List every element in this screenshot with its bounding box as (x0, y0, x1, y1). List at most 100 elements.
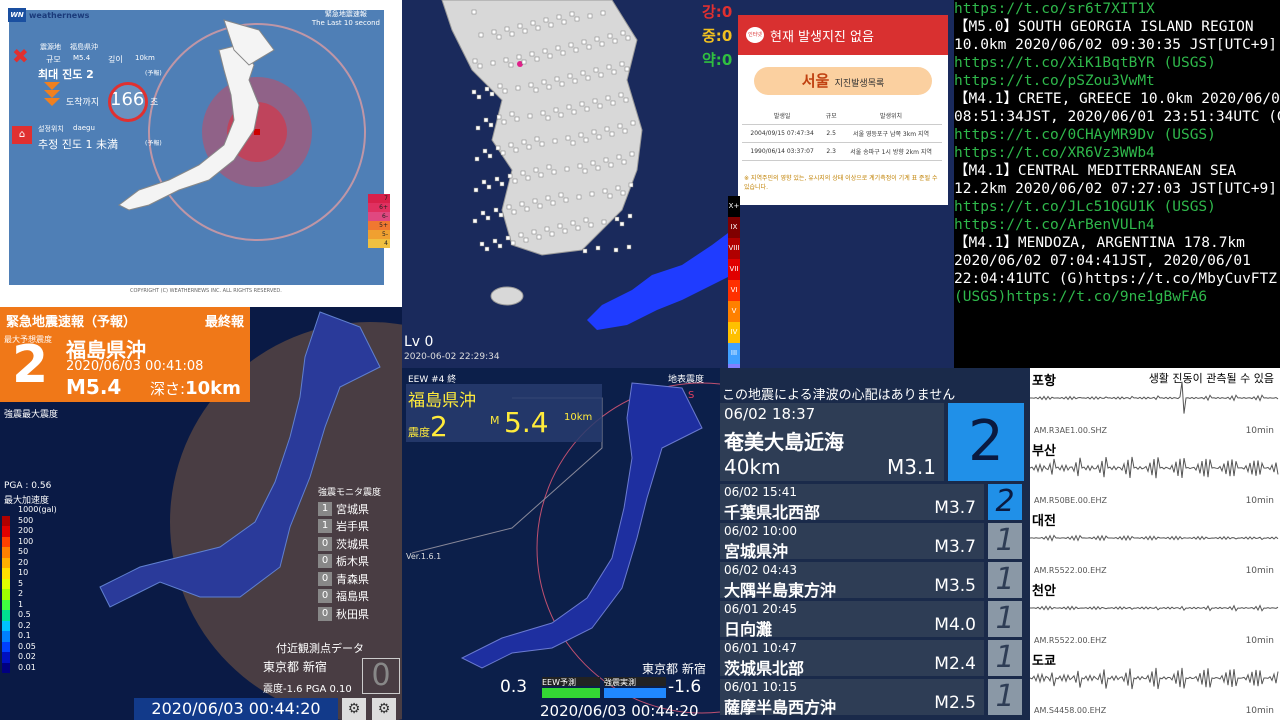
history-row[interactable]: 06/02 10:00 宮城県沖 M3.7 1 (720, 523, 1022, 561)
station-marker (630, 120, 636, 126)
station-marker (598, 72, 604, 78)
station-marker (528, 82, 534, 88)
intensity-scale: 7 6+ 6- 5+ 5- 4 (368, 194, 390, 248)
intensity-legend: X+IXVIIIVIIVIVIVIIIIII (728, 196, 740, 368)
station-marker (567, 73, 573, 79)
station-marker (534, 56, 540, 62)
history-row[interactable]: 06/02 04:43 大隅半島東方沖 M3.5 1 (720, 562, 1022, 600)
station-marker (600, 10, 606, 16)
station-marker (587, 13, 593, 19)
station-marker (525, 175, 531, 181)
copyright: COPYRIGHT (C) WEATHERNEWS INC. ALL RIGHT… (130, 288, 282, 294)
station-marker (609, 131, 615, 137)
acc-scale-step: 10 (2, 568, 62, 579)
monitor-row: 0 秋田県 (318, 605, 400, 623)
weathernews-panel: WN weathernews 緊急地震速報 The Last 10 second ✖… (0, 0, 402, 307)
station-marker (623, 97, 629, 103)
station-marker (578, 132, 584, 138)
tweet-line[interactable]: https://t.co/XiK1BqtBYR (USGS) (954, 54, 1280, 72)
station-marker (579, 101, 585, 107)
acc-scale: 1000(gal) 500 200 100 50 20 10 5 2 1 0.5 0.2 0.1 0.05… (2, 505, 62, 673)
history-row[interactable]: 06/01 10:15 薩摩半島西方沖 M2.5 1 (720, 679, 1022, 717)
tweet-line[interactable]: https://t.co/JLc51QGU1K (USGS) (954, 198, 1280, 216)
station-marker (471, 9, 477, 15)
level-counter: 강:0 (702, 3, 733, 21)
station-marker (498, 212, 504, 218)
tweet-line[interactable]: https://t.co/XR6Vz3WWb4 (954, 144, 1280, 162)
tweet-line[interactable]: https://t.co/sr6t7XIT1X (954, 0, 1280, 18)
station-marker (552, 138, 558, 144)
station-marker (561, 19, 567, 25)
table-row: 2004/09/15 07:47:34 2.5 서울 영등포구 남쪽 3km 지역 (742, 124, 942, 143)
station-marker (581, 39, 587, 45)
station-marker (569, 11, 575, 17)
station-marker (562, 228, 568, 234)
version: Ver.1.6.1 (406, 552, 442, 561)
station-marker (514, 116, 520, 122)
station-marker (594, 36, 600, 42)
station-marker (546, 84, 552, 90)
level-counter: 중:0 (702, 27, 733, 45)
station-marker (544, 226, 550, 232)
tweet-line[interactable]: https://t.co/0CHAyMR9Dv (USGS) (954, 126, 1280, 144)
station-marker (610, 100, 616, 106)
station-marker (550, 200, 556, 206)
station-marker (539, 141, 545, 147)
station-marker (493, 207, 499, 213)
tweet-line[interactable]: https://t.co/pSZou3VwMt (954, 72, 1280, 90)
monitor-row: 0 青森県 (318, 570, 400, 588)
tsunami-notice: この地震による津波の心配はありません (722, 388, 956, 403)
monitor-row: 1 岩手県 (318, 518, 400, 536)
station-marker (589, 191, 595, 197)
station-marker (570, 220, 576, 226)
city-button[interactable]: 서울 지진발생목록 (754, 67, 932, 95)
station-marker (485, 215, 491, 221)
gear-icon[interactable]: ⚙ (372, 698, 396, 720)
info-card: 인터넷 현재 발생지진 없음 서울 지진발생목록 발생일 규모 발생위치 2004/… (738, 15, 948, 205)
settings-icon[interactable]: ⚙ (342, 698, 366, 720)
station-marker (492, 238, 498, 244)
tweet-line[interactable]: (USGS)https://t.co/9ne1gBwFA6 (954, 288, 1280, 306)
station-marker (602, 188, 608, 194)
final-report-label: 最終報 (205, 315, 245, 330)
station-marker (532, 198, 538, 204)
monitor-list: 強震モニタ震度 1 宮城県 1 岩手県 0 茨城県 0 栃木県 0 青森県 0 福島県 0 秋田県 (318, 485, 400, 623)
table-row: 1990/06/14 03:37:07 2.3 서울 송파구 1시 방향 2km 지… (742, 142, 942, 161)
history-row[interactable]: 06/02 15:41 千葉県北西部 M3.7 2 (720, 484, 1022, 522)
station-marker (563, 197, 569, 203)
station-marker (572, 78, 578, 84)
station-marker (625, 35, 631, 41)
station-marker (517, 23, 523, 29)
level-counters: 강:0 중:0 약:0 (702, 0, 732, 72)
station-marker (496, 34, 502, 40)
station-marker (475, 125, 481, 131)
station-marker (551, 169, 557, 175)
station-marker (500, 150, 506, 156)
station-marker (476, 94, 482, 100)
history-row[interactable]: 06/01 10:47 茨城県北部 M2.4 1 (720, 640, 1022, 678)
station-marker (573, 47, 579, 53)
origin-time: 2020/06/03 00:41:08 (66, 359, 204, 374)
seismograph-trace: 포항 AM.R3AE1.00.SHZ 10min 생활 진동이 관측될 수 있음 (1030, 368, 1280, 440)
station-marker (568, 42, 574, 48)
station-marker (596, 134, 602, 140)
megaphone-icon: 인터넷 (746, 27, 764, 43)
tweet-line: 【M4.1】CRETE, GREECE 10.0km 2020/06/02 (954, 91, 1280, 107)
station-marker (606, 64, 612, 70)
history-row[interactable]: 06/01 20:45 日向灘 M4.0 1 (720, 601, 1022, 639)
station-marker (559, 81, 565, 87)
tweet-line[interactable]: https://t.co/ArBenVULn4 (954, 216, 1280, 234)
station-marker (491, 29, 497, 35)
acc-scale-step: 100 (2, 536, 62, 547)
station-marker (583, 217, 589, 223)
station-marker (613, 247, 619, 253)
legend-step: X+ (728, 196, 740, 217)
clock: 2020/06/03 00:44:20 (134, 698, 338, 720)
station-marker (591, 129, 597, 135)
acc-scale-step: 0.02 (2, 652, 62, 663)
station-marker (558, 112, 564, 118)
station-marker (547, 53, 553, 59)
station-marker (603, 157, 609, 163)
tweet-line: 08:51:34JST, 2020/06/01 23:51:34UTC (G) (954, 109, 1280, 125)
station-marker (604, 126, 610, 132)
